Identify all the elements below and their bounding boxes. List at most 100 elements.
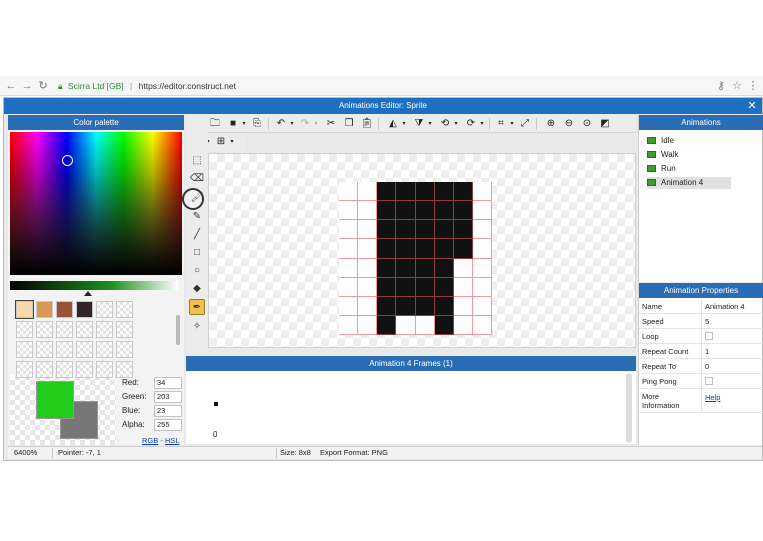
zoom-out-icon[interactable]: ⊖	[562, 117, 576, 131]
sprite-pixel-grid[interactable]	[339, 182, 492, 335]
transparent-pixel[interactable]	[358, 201, 378, 221]
filled-pixel[interactable]	[434, 201, 454, 221]
transparent-pixel[interactable]	[415, 315, 435, 335]
empty-palette-swatch[interactable]	[56, 321, 73, 338]
undo-icon[interactable]: ↶	[274, 117, 288, 131]
pencil-icon[interactable]: ✎	[189, 209, 205, 225]
animation-item-selected[interactable]: Animation 4	[647, 177, 731, 189]
filled-pixel[interactable]	[377, 182, 397, 202]
background-toggle-icon[interactable]: ◩	[598, 117, 612, 131]
ellipse-icon[interactable]: ○	[189, 263, 205, 279]
redo-menu-chevron-icon[interactable]: ▾	[313, 117, 319, 131]
transparent-pixel[interactable]	[339, 258, 359, 278]
transparent-pixel[interactable]	[358, 277, 378, 297]
transparent-pixel[interactable]	[339, 239, 359, 259]
palette-swatch[interactable]	[76, 301, 93, 318]
color-spectrum-field[interactable]	[10, 132, 182, 275]
palette-swatch[interactable]	[15, 300, 34, 319]
transparent-pixel[interactable]	[358, 315, 378, 335]
transparent-pixel[interactable]	[472, 315, 492, 335]
rgb-mode-link[interactable]: RGB	[142, 436, 158, 445]
transparent-pixel[interactable]	[472, 277, 492, 297]
rotate-cw-icon[interactable]: ⟳	[464, 117, 478, 131]
transparent-pixel[interactable]	[453, 315, 473, 335]
empty-palette-swatch[interactable]	[16, 361, 33, 378]
transparent-pixel[interactable]	[358, 182, 378, 202]
transparent-pixel[interactable]	[339, 315, 359, 335]
empty-palette-swatch[interactable]	[56, 341, 73, 358]
empty-palette-swatch[interactable]	[56, 361, 73, 378]
filled-pixel[interactable]	[377, 239, 397, 259]
filled-pixel[interactable]	[415, 182, 435, 202]
transparent-pixel[interactable]	[358, 258, 378, 278]
filled-pixel[interactable]	[453, 239, 473, 259]
cut-icon[interactable]: ✂	[324, 117, 338, 131]
back-icon[interactable]: ←	[4, 79, 18, 93]
image-point-icon[interactable]: ✧	[189, 319, 205, 335]
green-input[interactable]: 203	[154, 391, 182, 403]
color-picker-icon[interactable]: ✒	[189, 299, 205, 315]
line-icon[interactable]: ╱	[189, 227, 205, 243]
rotate-cw-menu-chevron-icon[interactable]: ▾	[479, 117, 485, 131]
redo-icon[interactable]: ↷	[298, 117, 312, 131]
key-icon[interactable]: ⚷	[714, 79, 728, 93]
animation-item[interactable]: Walk	[647, 149, 731, 161]
empty-palette-swatch[interactable]	[96, 341, 113, 358]
filled-pixel[interactable]	[396, 296, 416, 316]
filled-pixel[interactable]	[377, 220, 397, 240]
transparent-pixel[interactable]	[339, 296, 359, 316]
filled-pixel[interactable]	[434, 182, 454, 202]
transparent-pixel[interactable]	[339, 201, 359, 221]
filled-pixel[interactable]	[415, 258, 435, 278]
empty-palette-swatch[interactable]	[36, 361, 53, 378]
menu-icon[interactable]: ⋮	[746, 79, 760, 93]
lightness-slider[interactable]	[10, 281, 178, 290]
alpha-input[interactable]: 255	[154, 419, 182, 431]
select-rect-icon[interactable]: ⬚	[189, 153, 205, 169]
filled-pixel[interactable]	[415, 220, 435, 240]
transparent-pixel[interactable]	[472, 296, 492, 316]
empty-palette-swatch[interactable]	[116, 301, 133, 318]
mirror-icon[interactable]: ◭	[386, 117, 400, 131]
filled-pixel[interactable]	[434, 220, 454, 240]
transparent-pixel[interactable]	[472, 239, 492, 259]
frames-scrollbar[interactable]	[626, 373, 632, 443]
address-bar[interactable]: 🔒︎ Scirra Ltd [GB] | https://editor.cons…	[58, 79, 713, 93]
help-link[interactable]: Help	[705, 393, 720, 402]
crop-menu-chevron-icon[interactable]: ▾	[509, 117, 515, 131]
empty-palette-swatch[interactable]	[76, 341, 93, 358]
grid-menu-chevron-icon[interactable]: ▾	[229, 135, 235, 149]
empty-palette-swatch[interactable]	[36, 321, 53, 338]
save-icon[interactable]: ■	[226, 117, 240, 131]
frame-thumbnail[interactable]	[214, 402, 218, 406]
rotate-ccw-menu-chevron-icon[interactable]: ▾	[453, 117, 459, 131]
transparent-pixel[interactable]	[358, 239, 378, 259]
mirror-menu-chevron-icon[interactable]: ▾	[401, 117, 407, 131]
filled-pixel[interactable]	[415, 239, 435, 259]
name-value-field[interactable]: Animation 4	[705, 299, 761, 314]
palette-swatch[interactable]	[36, 301, 53, 318]
loop-checkbox[interactable]	[705, 332, 713, 340]
red-input[interactable]: 34	[154, 377, 182, 389]
palette-swatch[interactable]	[56, 301, 73, 318]
zoom-in-icon[interactable]: ⊕	[544, 117, 558, 131]
transparent-pixel[interactable]	[339, 277, 359, 297]
close-icon[interactable]: ✕	[746, 98, 758, 114]
filled-pixel[interactable]	[434, 258, 454, 278]
filled-pixel[interactable]	[453, 201, 473, 221]
filled-pixel[interactable]	[415, 296, 435, 316]
filled-pixel[interactable]	[434, 296, 454, 316]
rotate-ccw-icon[interactable]: ⟲	[438, 117, 452, 131]
animation-item[interactable]: Run	[647, 163, 731, 175]
empty-palette-swatch[interactable]	[76, 321, 93, 338]
empty-palette-swatch[interactable]	[116, 341, 133, 358]
rectangle-icon[interactable]: □	[189, 245, 205, 261]
export-icon[interactable]: ⎘	[250, 117, 264, 131]
filled-pixel[interactable]	[396, 277, 416, 297]
eraser-icon[interactable]: ⌫	[189, 171, 205, 187]
filled-pixel[interactable]	[415, 277, 435, 297]
filled-pixel[interactable]	[396, 182, 416, 202]
empty-palette-swatch[interactable]	[116, 361, 133, 378]
transparent-pixel[interactable]	[453, 258, 473, 278]
transparent-pixel[interactable]	[453, 296, 473, 316]
